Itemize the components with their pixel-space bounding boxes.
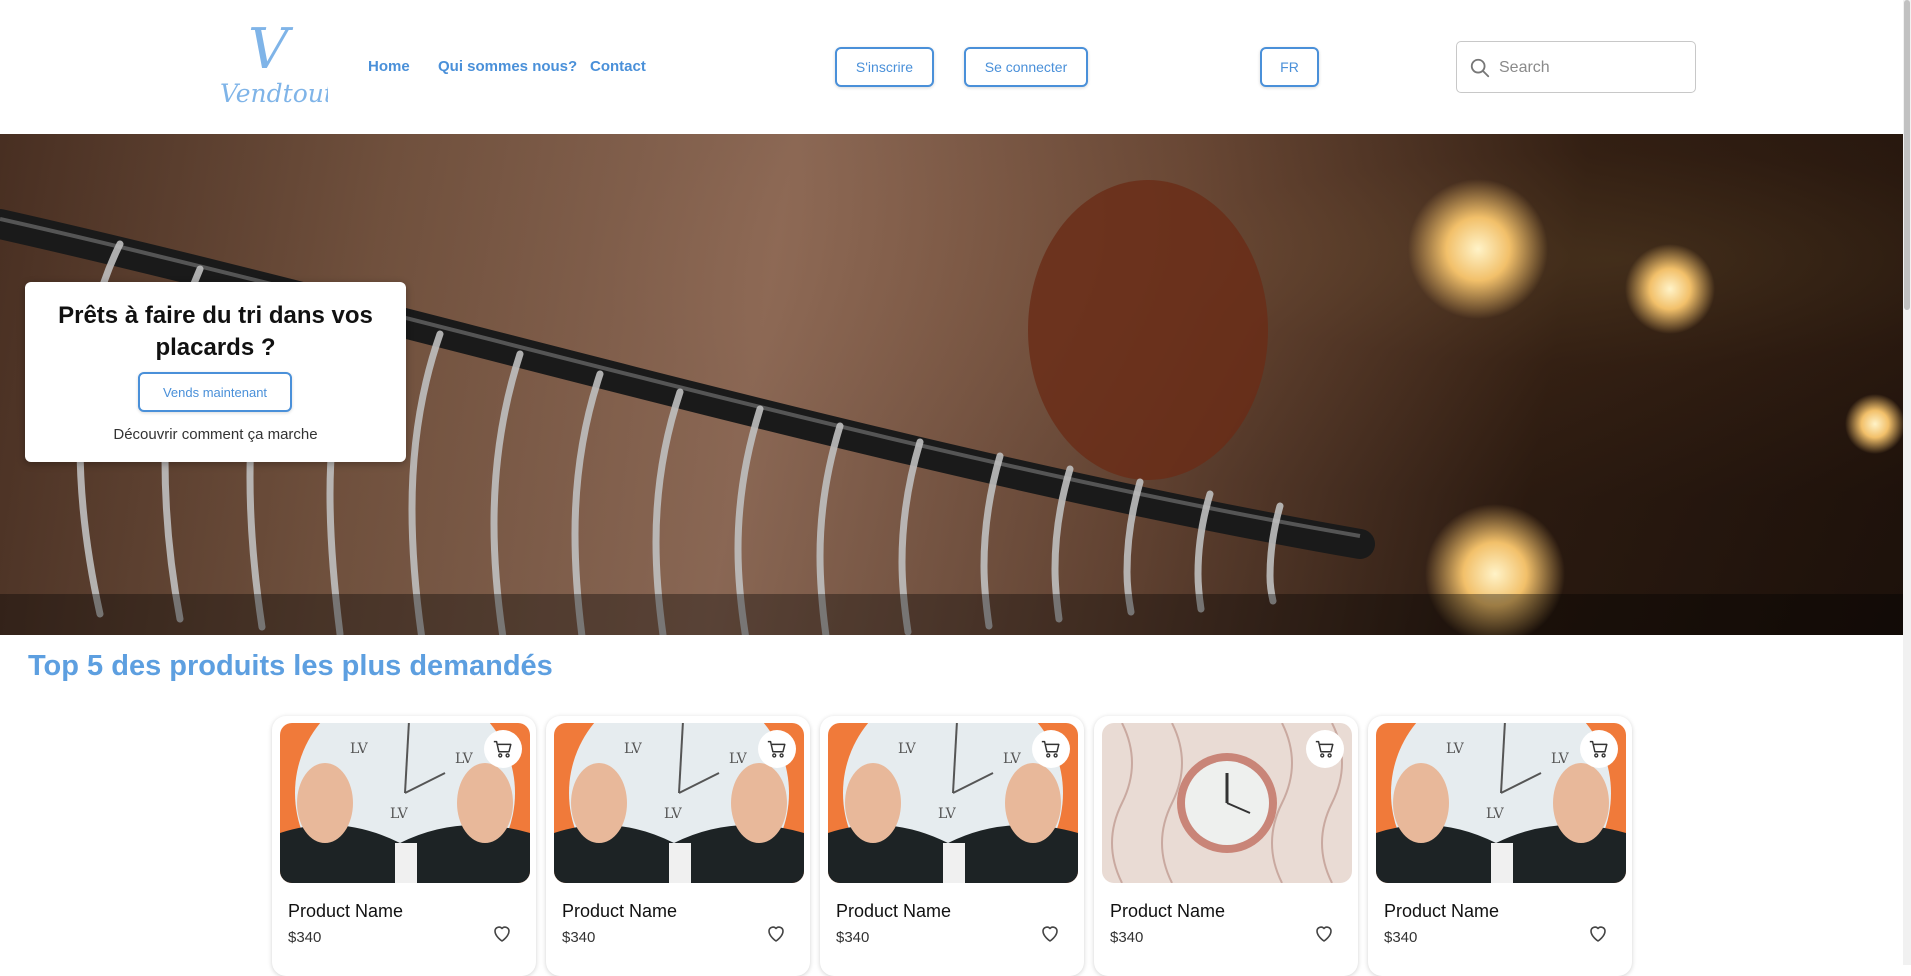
language-button[interactable]: FR: [1260, 47, 1319, 87]
product-card[interactable]: LV LV LV Product Name $340: [546, 716, 810, 976]
product-price: $340: [1110, 929, 1144, 946]
svg-text:LV: LV: [1486, 806, 1505, 822]
heart-icon[interactable]: [490, 921, 514, 945]
nav-contact-link[interactable]: Contact: [590, 58, 646, 75]
hero-card: Prêts à faire du tri dans vos placards ?…: [25, 282, 406, 462]
cart-icon[interactable]: [1032, 730, 1070, 768]
cart-icon[interactable]: [484, 730, 522, 768]
svg-text:Vendtout: Vendtout: [220, 79, 328, 108]
product-card[interactable]: Product Name $340: [1094, 716, 1358, 976]
search-box: [1456, 41, 1696, 94]
svg-text:LV: LV: [455, 751, 474, 767]
svg-text:LV: LV: [624, 741, 643, 757]
product-name: Product Name: [1384, 901, 1500, 921]
svg-text:LV: LV: [938, 806, 957, 822]
product-name: Product Name: [288, 901, 404, 921]
sell-now-button[interactable]: Vends maintenant: [138, 372, 292, 412]
search-input[interactable]: [1497, 42, 1691, 94]
cart-icon[interactable]: [1306, 730, 1344, 768]
svg-text:LV: LV: [350, 741, 369, 757]
svg-text:LV: LV: [664, 806, 683, 822]
scrollbar[interactable]: [1903, 0, 1911, 965]
product-name: Product Name: [836, 901, 952, 921]
vendtout-logo[interactable]: V Vendtout: [218, 17, 335, 110]
product-price: $340: [288, 929, 322, 946]
svg-text:LV: LV: [898, 741, 917, 757]
nav-about-link[interactable]: Qui sommes nous?: [438, 58, 577, 75]
cart-icon[interactable]: [758, 730, 796, 768]
heart-icon[interactable]: [1586, 921, 1610, 945]
search-icon: [1470, 58, 1490, 78]
product-price: $340: [562, 929, 596, 946]
section-title: Top 5 des produits les plus demandés: [28, 650, 553, 682]
product-price: $340: [1384, 929, 1418, 946]
product-name: Product Name: [562, 901, 678, 921]
site-header: V Vendtout Home Qui sommes nous? Contact…: [0, 0, 1900, 134]
heart-icon[interactable]: [1038, 921, 1062, 945]
how-it-works-link[interactable]: Découvrir comment ça marche: [25, 426, 406, 443]
hero-title: Prêts à faire du tri dans vos placards ?: [58, 302, 373, 361]
product-name: Product Name: [1110, 901, 1226, 921]
login-button[interactable]: Se connecter: [964, 47, 1088, 87]
svg-text:LV: LV: [1446, 741, 1465, 757]
svg-text:V: V: [248, 20, 294, 82]
signup-button[interactable]: S'inscrire: [835, 47, 934, 87]
cart-icon[interactable]: [1580, 730, 1618, 768]
svg-text:LV: LV: [1551, 751, 1570, 767]
product-price: $340: [836, 929, 870, 946]
nav-home-link[interactable]: Home: [368, 58, 410, 75]
heart-icon[interactable]: [1312, 921, 1336, 945]
product-card[interactable]: LV LV LV Product Name $340: [820, 716, 1084, 976]
scrollbar-thumb[interactable]: [1904, 0, 1910, 310]
product-card[interactable]: LV LV LV Product Name $340: [272, 716, 536, 976]
svg-text:LV: LV: [390, 806, 409, 822]
svg-text:LV: LV: [1003, 751, 1022, 767]
hero-banner: Prêts à faire du tri dans vos placards ?…: [0, 134, 1903, 635]
heart-icon[interactable]: [764, 921, 788, 945]
product-card[interactable]: LV LV LV Product Name $340: [1368, 716, 1632, 976]
svg-text:LV: LV: [729, 751, 748, 767]
